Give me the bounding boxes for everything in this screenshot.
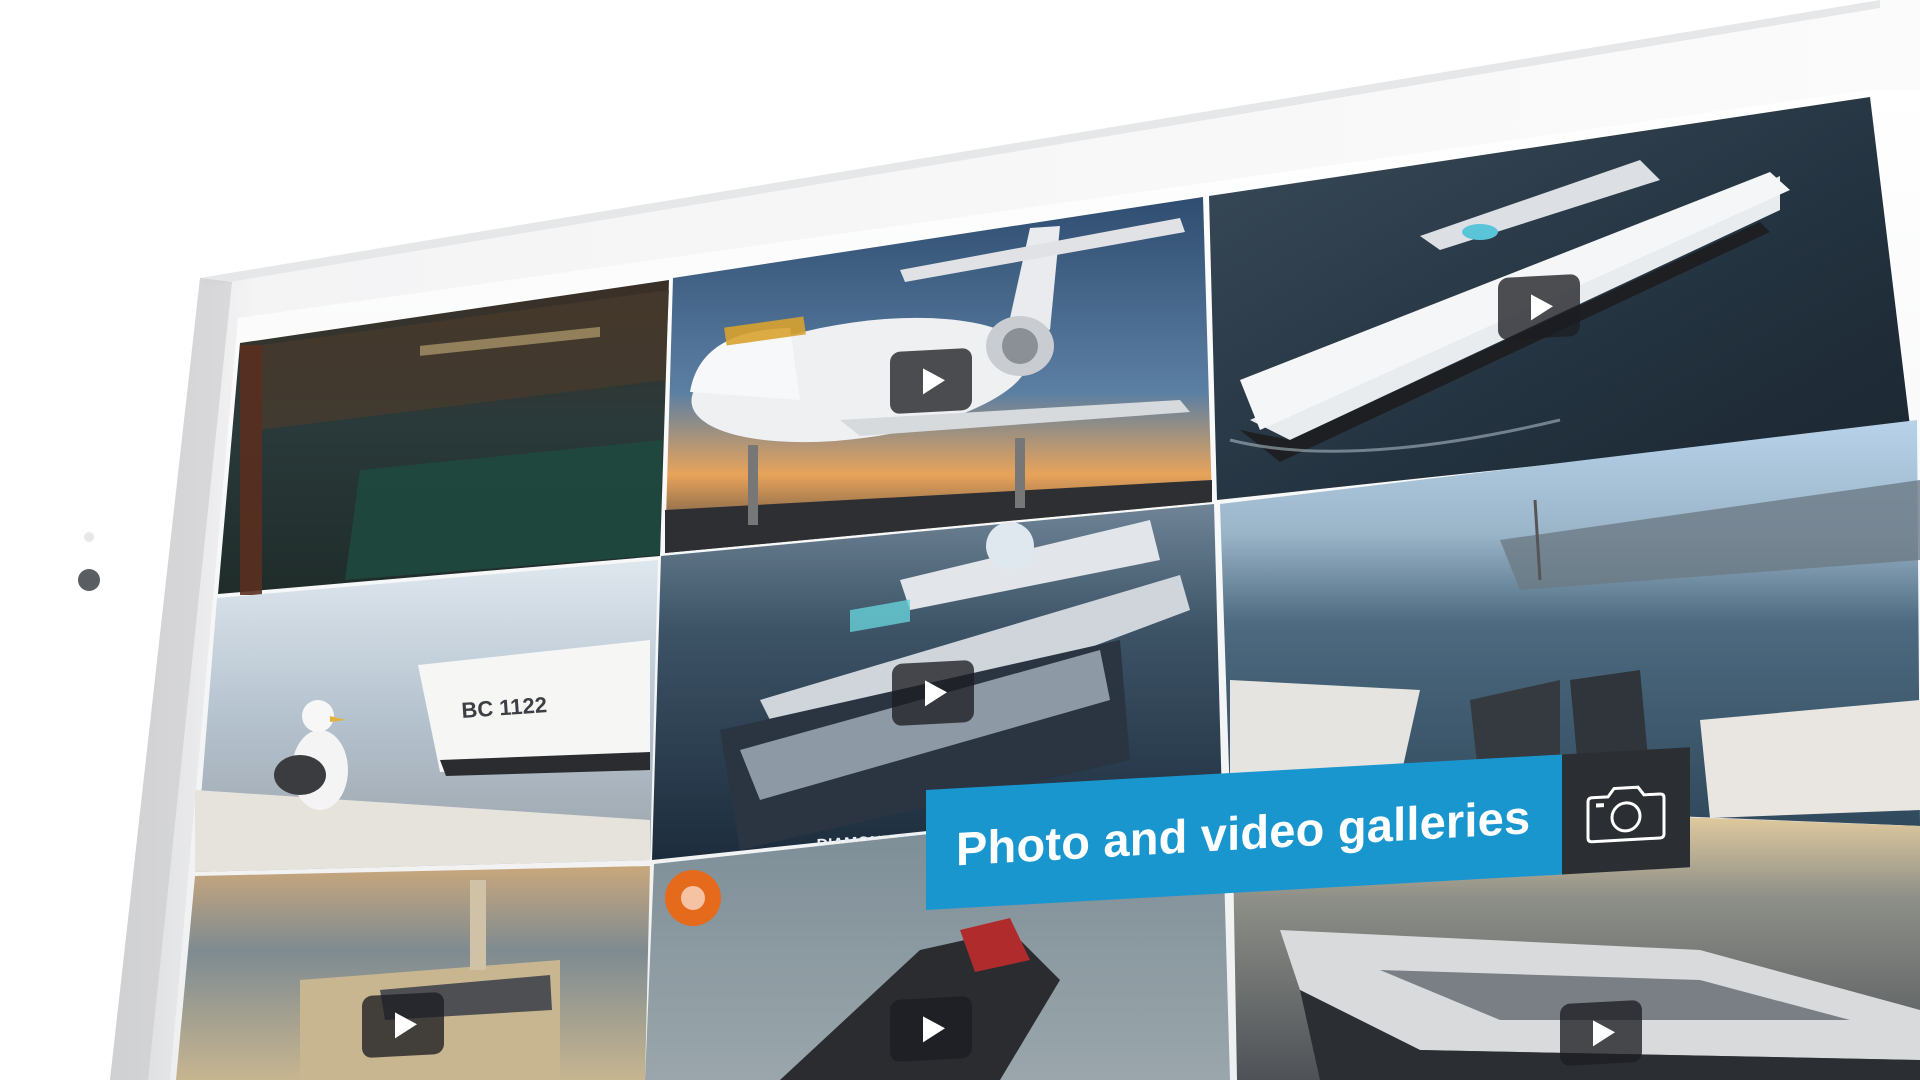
gallery-grid: BC 1122 DIAMOND SU xyxy=(176,97,1920,1080)
play-button-private-jet[interactable] xyxy=(890,347,972,415)
video-frame: BC 1122 DIAMOND SU xyxy=(0,0,1920,1080)
camera-icon xyxy=(1586,785,1666,844)
gallery-tile-restaurant-bar[interactable] xyxy=(218,280,669,595)
play-icon xyxy=(925,679,947,707)
play-button-superyacht-aerial[interactable] xyxy=(1498,273,1580,341)
play-button-jetski-sea[interactable] xyxy=(890,995,972,1063)
play-icon xyxy=(1593,1019,1615,1047)
play-icon xyxy=(923,367,945,395)
play-icon xyxy=(1531,293,1553,321)
play-icon xyxy=(923,1015,945,1043)
play-button-yacht-sunset[interactable] xyxy=(362,991,444,1059)
gallery-tile-seagull-harbor[interactable]: BC 1122 xyxy=(195,560,658,872)
caption-icon-box xyxy=(1562,747,1691,875)
play-button-diamond-superyacht[interactable] xyxy=(892,659,974,727)
play-icon xyxy=(395,1011,417,1039)
play-button-sport-yacht[interactable] xyxy=(1560,999,1642,1067)
